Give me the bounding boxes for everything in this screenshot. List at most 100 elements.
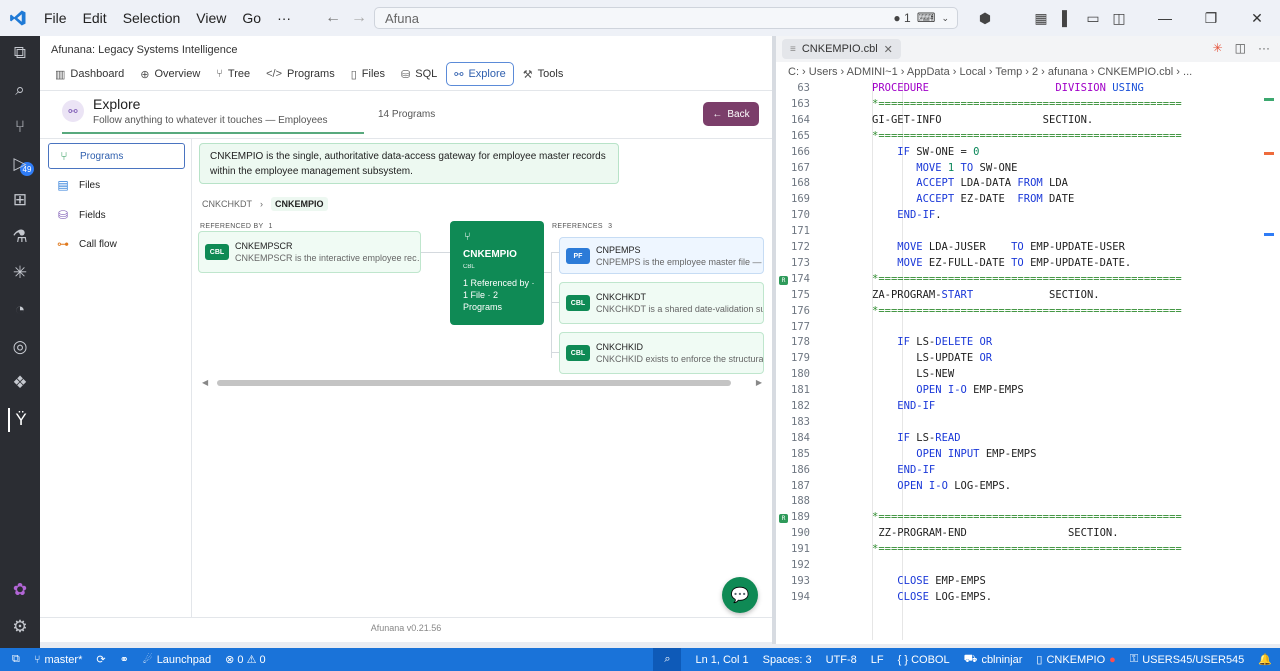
code-line[interactable]: 179 LS-UPDATE OR: [776, 352, 1272, 368]
code-line[interactable]: 185 OPEN INPUT EMP-EMPS: [776, 448, 1272, 464]
menu-go[interactable]: Go: [234, 10, 269, 26]
code-line[interactable]: 170 END-IF.: [776, 209, 1272, 225]
code-area[interactable]: 63 PROCEDURE DIVISION USING 163 *==========…: [776, 82, 1280, 642]
zoom-search-icon[interactable]: ⌕: [653, 648, 682, 671]
reference-node[interactable]: CBL CNKCHKDT CNKCHKDT is a shared date-v…: [559, 282, 764, 324]
extensions-icon[interactable]: ⊞: [8, 188, 32, 212]
tab-overview[interactable]: ⊕ Overview: [133, 62, 207, 86]
editor-breadcrumb[interactable]: C: › Users › ADMINI~1 › AppData › Local …: [788, 66, 1192, 78]
forward-arrow-icon[interactable]: →: [346, 9, 372, 27]
spark-icon[interactable]: ✳: [8, 261, 32, 285]
horizontal-scrollbar[interactable]: ◀ ▶: [200, 378, 764, 388]
close-icon[interactable]: ✕: [1234, 0, 1280, 36]
code-line[interactable]: 183: [776, 416, 1272, 432]
code-line[interactable]: 166 IF SW-ONE = 0: [776, 146, 1272, 162]
reference-node[interactable]: PF CNPEMPS CNPEMPS is the employee maste…: [559, 237, 764, 274]
source-control-icon[interactable]: ⑂: [8, 115, 32, 139]
tab-dashboard[interactable]: ▥ Dashboard: [48, 62, 131, 86]
code-line[interactable]: R 174 *===================================…: [776, 273, 1272, 289]
code-line[interactable]: 181 OPEN I-O EMP-EMPS: [776, 384, 1272, 400]
scroll-left-icon[interactable]: ◀: [202, 378, 208, 387]
problems-count[interactable]: ⊗ 0 ⚠ 0: [225, 653, 265, 666]
toggle-secondary-sidebar-icon[interactable]: ◫: [1106, 5, 1132, 31]
code-line[interactable]: 173 MOVE EZ-FULL-DATE TO EMP-UPDATE-DATE…: [776, 257, 1272, 273]
scrollbar-thumb[interactable]: [217, 380, 731, 386]
chat-button[interactable]: 💬: [722, 577, 758, 613]
code-line[interactable]: 167 MOVE 1 TO SW-ONE: [776, 162, 1272, 178]
editor-tab[interactable]: ≡ CNKEMPIO.cbl ✕: [782, 39, 901, 59]
restore-icon[interactable]: ❐: [1188, 0, 1234, 36]
tab-files[interactable]: ▯ Files: [344, 62, 392, 86]
account-avatar-icon[interactable]: ✿: [8, 578, 32, 602]
breadcrumb-item[interactable]: CNKCHKDT: [202, 199, 252, 209]
settings-gear-icon[interactable]: ⚙: [8, 615, 32, 639]
code-line[interactable]: 172 MOVE LDA-JUSER TO EMP-UPDATE-USER: [776, 241, 1272, 257]
git-graph-icon[interactable]: ⚭: [120, 653, 129, 666]
code-line[interactable]: 188: [776, 495, 1272, 511]
code-line[interactable]: 63 PROCEDURE DIVISION USING: [776, 82, 1272, 98]
toggle-panel-icon[interactable]: ▭: [1080, 5, 1106, 31]
minimize-icon[interactable]: —: [1142, 0, 1188, 36]
code-line[interactable]: 177: [776, 321, 1272, 337]
referenced-by-node[interactable]: CBL CNKEMPSCR CNKEMPSCR is the interacti…: [198, 231, 421, 273]
spark-icon[interactable]: ✳: [1213, 41, 1223, 55]
tab-explore[interactable]: ⚯ Explore: [446, 62, 514, 86]
tab-programs[interactable]: </> Programs: [259, 62, 342, 86]
search-icon[interactable]: ⌕: [8, 78, 32, 102]
code-line[interactable]: 182 END-IF: [776, 400, 1272, 416]
code-line[interactable]: 168 ACCEPT LDA-DATA FROM LDA: [776, 177, 1272, 193]
python-icon[interactable]: ❖: [8, 371, 32, 395]
menu-selection[interactable]: Selection: [115, 10, 189, 26]
scroll-right-icon[interactable]: ▶: [756, 378, 762, 387]
reference-node[interactable]: CBL CNKCHKID CNKCHKID exists to enforce …: [559, 332, 764, 374]
explorer-icon[interactable]: ⧉: [8, 41, 32, 65]
menu-edit[interactable]: Edit: [75, 10, 115, 26]
more-actions-icon[interactable]: ···: [1258, 41, 1270, 55]
code-line[interactable]: 194 CLOSE LOG-EMPS.: [776, 591, 1272, 607]
code-line[interactable]: 186 END-IF: [776, 464, 1272, 480]
sync-icon[interactable]: ⟳: [96, 653, 105, 666]
cursor-position[interactable]: Ln 1, Col 1: [695, 654, 748, 666]
center-program-node[interactable]: ⑂ CNKEMPIO CBL 1 Referenced by · 1 File …: [450, 221, 544, 325]
code-line[interactable]: 187 OPEN I-O LOG-EMPS.: [776, 480, 1272, 496]
cblninjar-label[interactable]: cblninjar: [981, 654, 1022, 666]
testing-icon[interactable]: ⚗: [8, 225, 32, 249]
code-line[interactable]: 176 *====================================…: [776, 305, 1272, 321]
current-file[interactable]: CNKEMPIO: [1046, 654, 1105, 666]
indentation[interactable]: Spaces: 3: [763, 654, 812, 666]
remote-icon[interactable]: ⧉: [12, 653, 20, 666]
sidenav-item-programs[interactable]: ⑂ Programs: [48, 143, 185, 169]
tab-tools[interactable]: ⚒ Tools: [516, 62, 571, 86]
gitlens-inspect-icon[interactable]: ◎: [8, 335, 32, 359]
gitlens-icon[interactable]: ◔: [8, 298, 32, 322]
code-line[interactable]: 193 CLOSE EMP-EMPS: [776, 575, 1272, 591]
chevron-down-icon[interactable]: ⌄: [941, 13, 949, 24]
code-line[interactable]: 178 IF LS-DELETE OR: [776, 336, 1272, 352]
code-line[interactable]: 171: [776, 225, 1272, 241]
tab-tree[interactable]: ⑂ Tree: [209, 62, 257, 86]
sidenav-item-fields[interactable]: ⛁ Fields: [48, 202, 185, 228]
code-line[interactable]: 184 IF LS-READ: [776, 432, 1272, 448]
end-of-line[interactable]: LF: [871, 654, 884, 666]
run-debug-icon[interactable]: ▷: [8, 152, 32, 176]
code-line[interactable]: 169 ACCEPT EZ-DATE FROM DATE: [776, 193, 1272, 209]
accounts-icon[interactable]: ⬢: [972, 5, 998, 31]
language-mode[interactable]: { } COBOL: [898, 654, 950, 666]
branch-name[interactable]: master*: [44, 654, 82, 666]
menu-view[interactable]: View: [188, 10, 234, 26]
launchpad-label[interactable]: Launchpad: [157, 654, 211, 666]
code-line[interactable]: 180 LS-NEW: [776, 368, 1272, 384]
sidenav-item-files[interactable]: ▤ Files: [48, 172, 185, 198]
menu-more[interactable]: ···: [269, 10, 299, 26]
code-line[interactable]: 164 GI-GET-INFO SECTION.: [776, 114, 1272, 130]
sidenav-item-call-flow[interactable]: ⊶ Call flow: [48, 231, 185, 257]
toggle-primary-sidebar-icon[interactable]: ▌: [1054, 5, 1080, 31]
close-tab-icon[interactable]: ✕: [884, 43, 893, 56]
menu-file[interactable]: File: [36, 10, 75, 26]
back-arrow-icon[interactable]: ←: [320, 9, 346, 27]
user-label[interactable]: USERS45/USER545: [1142, 654, 1244, 666]
command-center[interactable]: Afuna ● 1 ⌨ ⌄: [374, 7, 958, 29]
code-line[interactable]: R 189 *===================================…: [776, 511, 1272, 527]
code-line[interactable]: 175 ZA-PROGRAM-START SECTION.: [776, 289, 1272, 305]
code-line[interactable]: 165 *====================================…: [776, 130, 1272, 146]
